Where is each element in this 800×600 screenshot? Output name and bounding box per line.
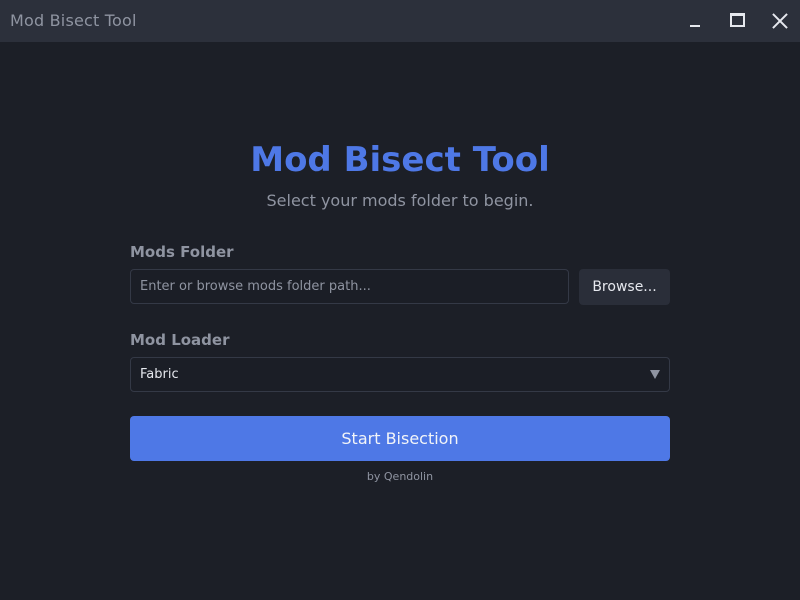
close-button[interactable] bbox=[759, 0, 800, 42]
chevron-down-icon bbox=[650, 370, 660, 379]
maximize-button[interactable] bbox=[718, 0, 759, 42]
mods-folder-input[interactable] bbox=[130, 269, 569, 304]
page-title: Mod Bisect Tool bbox=[250, 140, 550, 180]
close-icon bbox=[771, 12, 789, 30]
author-credit: by Qendolin bbox=[366, 470, 434, 483]
title-bar[interactable]: Mod Bisect Tool bbox=[0, 0, 800, 42]
window-controls bbox=[677, 0, 800, 42]
app-window: Mod Bisect Tool Mod Bisect Tool Select y… bbox=[0, 0, 800, 600]
page-subtitle: Select your mods folder to begin. bbox=[266, 191, 534, 210]
minimize-icon bbox=[690, 25, 700, 27]
start-bisection-button[interactable]: Start Bisection bbox=[130, 416, 670, 461]
mod-loader-label: Mod Loader bbox=[130, 331, 230, 349]
minimize-button[interactable] bbox=[677, 0, 718, 42]
mod-loader-select[interactable]: Fabric bbox=[130, 357, 670, 392]
mods-folder-label: Mods Folder bbox=[130, 243, 234, 261]
mod-loader-selected-value: Fabric bbox=[140, 367, 179, 382]
maximize-icon bbox=[730, 13, 745, 27]
browse-button[interactable]: Browse... bbox=[579, 269, 670, 305]
window-title: Mod Bisect Tool bbox=[10, 11, 137, 30]
